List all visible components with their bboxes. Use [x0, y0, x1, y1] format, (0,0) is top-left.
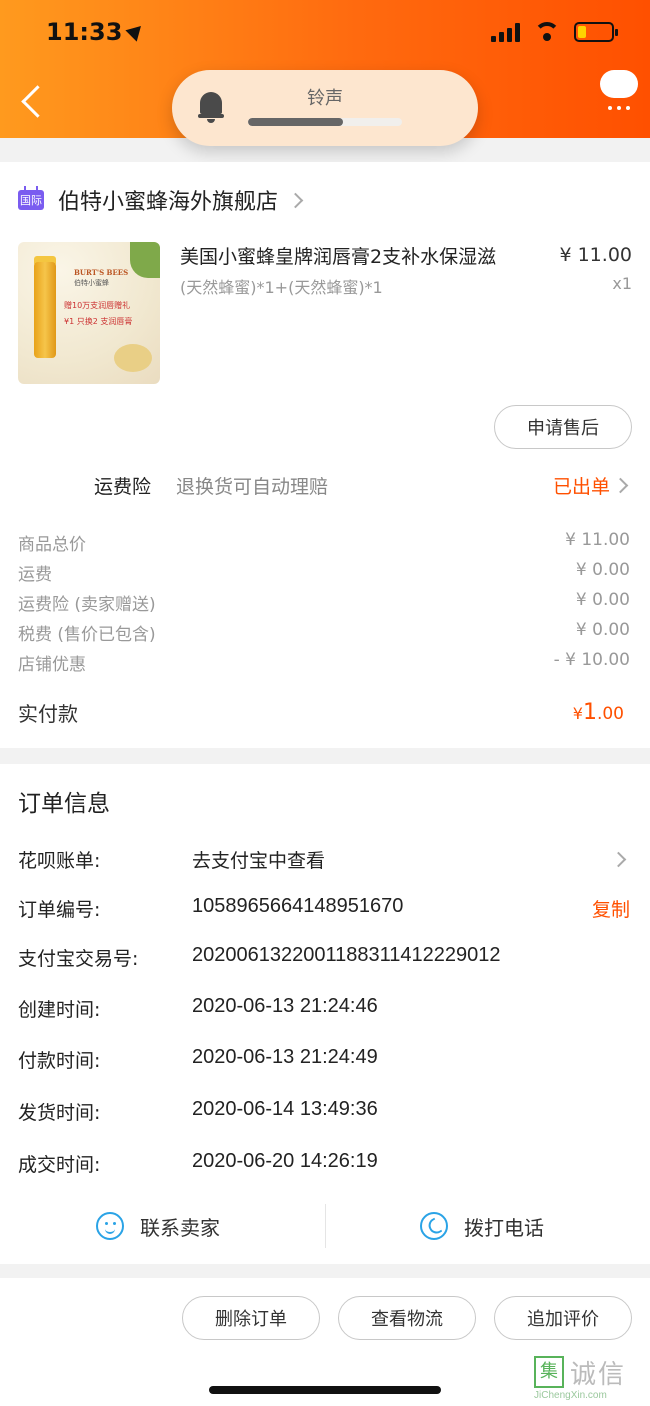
- back-button[interactable]: [18, 86, 48, 120]
- insurance-desc: 退换货可自动理赔: [176, 476, 329, 498]
- cellular-signal-icon: [491, 22, 520, 42]
- fee-label: 税费 (售价已包含): [18, 625, 156, 645]
- info-label: 订单编号:: [18, 899, 101, 921]
- huabei-row[interactable]: 花呗账单: 去支付宝中查看: [18, 846, 632, 876]
- watermark-seal: 集: [534, 1356, 564, 1388]
- product-title[interactable]: 美国小蜜蜂皇牌润唇膏2支补水保湿滋: [180, 242, 540, 269]
- paid-time-row: 付款时间: 2020-06-13 21:24:49: [18, 1046, 632, 1076]
- fee-label: 运费险 (卖家赠送): [18, 595, 156, 615]
- info-label: 花呗账单:: [18, 850, 101, 872]
- fee-value: - ¥ 10.00: [553, 650, 630, 670]
- add-review-button[interactable]: 追加评价: [494, 1296, 632, 1340]
- smiley-chat-icon: [96, 1212, 124, 1240]
- fee-label: 运费: [18, 565, 52, 585]
- fee-row-tax: 税费 (售价已包含) ¥ 0.00: [18, 620, 632, 646]
- delete-order-button[interactable]: 删除订单: [182, 1296, 320, 1340]
- chevron-right-icon: [287, 192, 304, 208]
- total-decimal: .00: [596, 704, 624, 724]
- product-sku: (天然蜂蜜)*1+(天然蜂蜜)*1: [180, 278, 383, 297]
- order-number-row: 订单编号: 1058965664148951670 复制: [18, 895, 632, 925]
- product-quantity: x1: [612, 274, 632, 293]
- status-icons: [491, 22, 618, 42]
- info-label: 支付宝交易号:: [18, 948, 139, 970]
- created-time-row: 创建时间: 2020-06-13 21:24:46: [18, 995, 632, 1025]
- site-watermark: 集 诚信 JiChengXin.com: [526, 1354, 646, 1404]
- info-value: 2020-06-14 13:49:36: [192, 1098, 378, 1120]
- order-number-value: 1058965664148951670: [192, 895, 404, 917]
- ringer-volume-bar[interactable]: [248, 118, 402, 126]
- status-time: 11:33: [46, 18, 148, 46]
- chevron-right-icon: [610, 851, 627, 868]
- product-thumbnail[interactable]: BURT'S BEES 伯特小蜜蜂 赠10万支润唇赠礼 ¥1 只换2 支润唇膏: [18, 242, 160, 384]
- info-value: 2020-06-13 21:24:46: [192, 995, 378, 1017]
- order-info-card: 订单信息 花呗账单: 去支付宝中查看 订单编号: 105896566414895…: [0, 764, 650, 1264]
- after-sale-button[interactable]: 申请售后: [494, 405, 632, 449]
- call-phone-label: 拨打电话: [464, 1215, 544, 1240]
- fee-row-discount: 店铺优惠 - ¥ 10.00: [18, 650, 632, 676]
- battery-icon: [574, 22, 618, 42]
- thumb-promo-text: ¥1 只换2 支润唇膏: [64, 317, 133, 326]
- fee-row-goods: 商品总价 ¥ 11.00: [18, 530, 632, 556]
- alipay-number-row: 支付宝交易号: 2020061322001188311412229012: [18, 944, 632, 974]
- thumb-gift-text: 赠10万支润唇赠礼: [64, 301, 131, 310]
- total-currency: ¥: [572, 704, 583, 723]
- fee-value: ¥ 11.00: [565, 530, 630, 550]
- copy-button[interactable]: 复制: [592, 895, 630, 922]
- total-integer: 1: [582, 700, 597, 725]
- home-indicator[interactable]: [209, 1386, 441, 1394]
- alipay-number-value: 2020061322001188311412229012: [192, 944, 501, 966]
- contact-seller-label: 联系卖家: [140, 1215, 220, 1240]
- ringer-volume-fill: [248, 118, 344, 126]
- chat-button[interactable]: [600, 70, 638, 110]
- info-label: 创建时间:: [18, 999, 101, 1021]
- fee-value: ¥ 0.00: [575, 560, 630, 580]
- fee-row-insurance: 运费险 (卖家赠送) ¥ 0.00: [18, 590, 632, 616]
- shop-header[interactable]: 国际 伯特小蜜蜂海外旗舰店: [18, 184, 304, 216]
- ringer-label: 铃声: [307, 88, 343, 109]
- product-price: ¥ 11.00: [559, 244, 632, 266]
- divider: [325, 1204, 326, 1248]
- call-phone-button[interactable]: 拨打电话: [420, 1208, 544, 1244]
- order-info-title: 订单信息: [18, 791, 110, 817]
- info-label: 付款时间:: [18, 1050, 101, 1072]
- fee-label: 商品总价: [18, 535, 86, 555]
- contact-row: 联系卖家 拨打电话: [0, 1196, 650, 1256]
- completed-time-row: 成交时间: 2020-06-20 14:26:19: [18, 1150, 632, 1180]
- insurance-status: 已出单: [552, 476, 610, 498]
- chevron-right-icon: [612, 477, 629, 494]
- info-label: 成交时间:: [18, 1154, 101, 1176]
- fee-value: ¥ 0.00: [575, 620, 630, 640]
- total-paid-value: ¥1.00: [573, 700, 624, 725]
- total-paid-label: 实付款: [18, 702, 78, 726]
- status-time-text: 11:33: [46, 18, 123, 46]
- info-value: 去支付宝中查看: [192, 850, 326, 872]
- more-dots-icon: [600, 106, 638, 110]
- wifi-icon: [534, 22, 560, 42]
- info-value: 2020-06-13 21:24:49: [192, 1046, 378, 1068]
- chat-bubble-icon: [600, 70, 638, 98]
- insurance-label: 运费险: [94, 476, 152, 498]
- info-label: 发货时间:: [18, 1102, 101, 1124]
- info-value: 2020-06-20 14:26:19: [192, 1150, 378, 1172]
- shop-name: 伯特小蜜蜂海外旗舰店: [58, 190, 279, 215]
- watermark-text: 诚信: [570, 1360, 627, 1390]
- fee-label: 店铺优惠: [18, 655, 86, 675]
- watermark-url: JiChengXin.com: [534, 1390, 607, 1401]
- fee-value: ¥ 0.00: [575, 590, 630, 610]
- phone-icon: [420, 1212, 448, 1240]
- thumb-brand-cn: 伯特小蜜蜂: [74, 279, 109, 287]
- contact-seller-button[interactable]: 联系卖家: [96, 1208, 220, 1244]
- shipped-time-row: 发货时间: 2020-06-14 13:49:36: [18, 1098, 632, 1128]
- fee-row-shipping: 运费 ¥ 0.00: [18, 560, 632, 586]
- international-badge: 国际: [18, 186, 44, 210]
- shop-order-card: 国际 伯特小蜜蜂海外旗舰店 BURT'S BEES 伯特小蜜蜂 赠10万支润唇赠…: [0, 162, 650, 748]
- ringer-volume-hud: 铃声: [172, 70, 478, 146]
- location-arrow-icon: [125, 20, 148, 42]
- view-logistics-button[interactable]: 查看物流: [338, 1296, 476, 1340]
- thumb-brand: BURT'S BEES: [74, 268, 129, 277]
- shipping-insurance-row[interactable]: 运费险 退换货可自动理赔 已出单: [0, 470, 650, 500]
